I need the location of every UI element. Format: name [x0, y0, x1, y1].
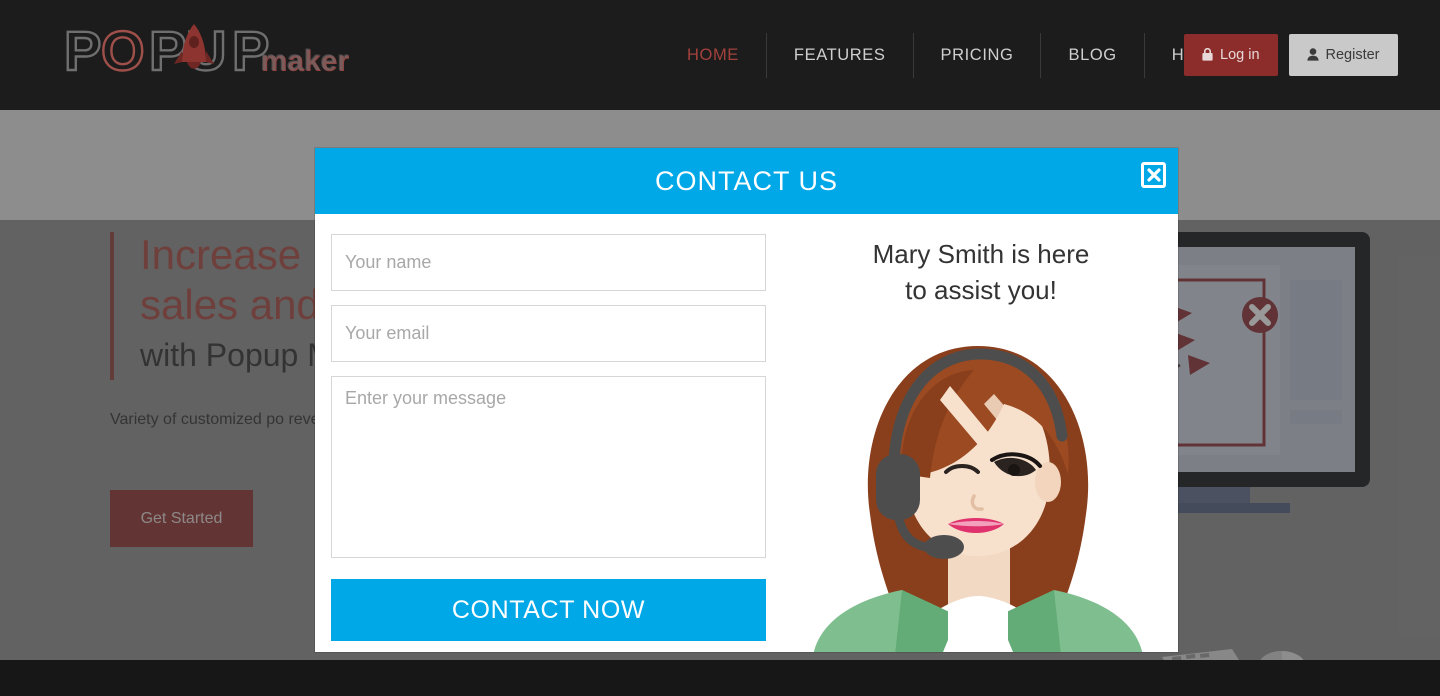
top-navigation-bar: P O P U P maker maker HOME FEATURES PRIC…: [0, 0, 1440, 110]
nav-item-home-label: HOME: [687, 46, 739, 64]
nav-item-pricing[interactable]: PRICING: [912, 33, 1041, 78]
login-button-label: Log in: [1220, 47, 1260, 63]
nav-item-features-label: FEATURES: [793, 46, 886, 64]
main-menu: HOME FEATURES PRICING BLOG HELP: [660, 33, 1244, 78]
page-root: P O P U P maker maker HOME FEATURES PRIC…: [0, 0, 1440, 696]
close-x-icon: [1146, 168, 1161, 182]
svg-text:P: P: [149, 22, 185, 82]
contact-us-modal: CONTACT US CONTACT NOW Mary Smith is her…: [315, 148, 1178, 652]
nav-item-blog[interactable]: BLOG: [1040, 33, 1143, 78]
contact-now-button[interactable]: CONTACT NOW: [331, 579, 766, 641]
support-agent-illustration: [798, 324, 1158, 652]
site-logo[interactable]: P O P U P maker maker: [64, 22, 364, 88]
footer-band: [0, 660, 1440, 696]
agent-panel: Mary Smith is here to assist you!: [784, 214, 1178, 652]
modal-body: CONTACT NOW Mary Smith is here to assist…: [315, 214, 1178, 652]
contact-form: CONTACT NOW: [315, 214, 784, 652]
svg-text:maker: maker: [260, 44, 349, 77]
svg-text:O: O: [101, 22, 144, 82]
login-button[interactable]: Log in: [1184, 34, 1278, 76]
message-textarea[interactable]: [331, 376, 766, 558]
user-icon: [1306, 47, 1319, 63]
svg-text:P: P: [64, 22, 100, 82]
nav-item-pricing-label: PRICING: [940, 46, 1014, 64]
lock-icon: [1202, 47, 1213, 63]
register-button[interactable]: Register: [1288, 34, 1398, 76]
modal-title: CONTACT US: [654, 165, 838, 196]
modal-close-button[interactable]: [1141, 162, 1166, 188]
nav-item-features[interactable]: FEATURES: [765, 33, 913, 78]
name-input[interactable]: [331, 234, 766, 291]
logo-graphic: P O P U P maker maker: [64, 22, 350, 83]
register-button-label: Register: [1325, 47, 1380, 63]
auth-buttons: Log in Register: [1184, 34, 1398, 76]
agent-message: Mary Smith is here to assist you!: [872, 239, 1090, 305]
email-input[interactable]: [331, 305, 766, 362]
nav-item-blog-label: BLOG: [1068, 46, 1117, 64]
nav-item-home[interactable]: HOME: [660, 33, 766, 78]
modal-header: CONTACT US: [315, 148, 1178, 214]
